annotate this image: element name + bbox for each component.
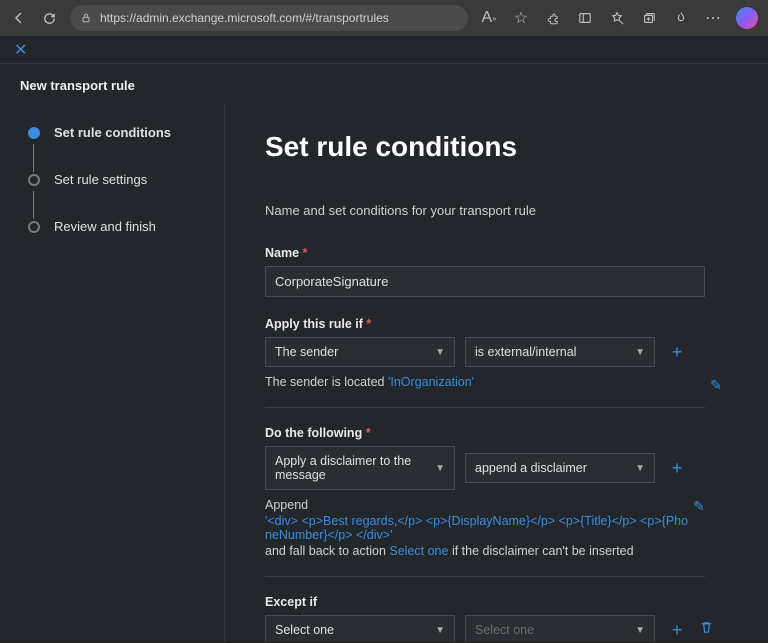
add-exception-button[interactable]: + [665, 620, 689, 641]
step-settings[interactable]: Set rule settings [28, 172, 224, 187]
panel-title: New transport rule [0, 64, 768, 103]
fallback-link[interactable]: Select one [389, 544, 448, 558]
divider [265, 407, 705, 408]
back-button[interactable] [10, 9, 28, 27]
performance-icon[interactable] [672, 9, 690, 27]
applyif-summary: The sender is located 'InOrganization' ✎ [265, 375, 722, 389]
step-label: Set rule settings [54, 172, 147, 187]
favorites-icon[interactable] [608, 9, 626, 27]
chevron-down-icon: ▼ [435, 347, 445, 358]
browser-toolbar: https://admin.exchange.microsoft.com/#/t… [0, 0, 768, 36]
chevron-down-icon: ▼ [435, 463, 445, 474]
step-circle [28, 174, 40, 186]
address-bar[interactable]: https://admin.exchange.microsoft.com/#/t… [70, 5, 468, 31]
toolbar-icons: A» ☆ ⋯ [480, 7, 758, 29]
chevron-down-icon: ▼ [635, 463, 645, 474]
applyif-label: Apply this rule if * [265, 317, 722, 331]
disclaimer-text-link[interactable]: '<div> <p>Best regards,</p> <p>{DisplayN… [265, 514, 705, 542]
main-panel: Set rule conditions Name and set conditi… [225, 103, 768, 642]
panel-topbar: ✕ [0, 36, 768, 64]
edit-icon[interactable]: ✎ [710, 377, 722, 394]
page-subtitle: Name and set conditions for your transpo… [265, 203, 722, 218]
applyif-select-predicate[interactable]: is external/internal▼ [465, 337, 655, 367]
more-icon[interactable]: ⋯ [704, 9, 722, 27]
add-condition-button[interactable]: + [665, 342, 689, 363]
sidebar-icon[interactable] [576, 9, 594, 27]
rule-name-input[interactable] [265, 266, 705, 297]
read-aloud-icon[interactable]: A» [480, 9, 498, 27]
exceptif-subselect[interactable]: Select one▼ [465, 615, 655, 642]
step-circle-active [28, 127, 40, 139]
step-conditions[interactable]: Set rule conditions [28, 125, 224, 140]
extensions-icon[interactable] [544, 9, 562, 27]
chevron-down-icon: ▼ [435, 625, 445, 636]
steps-sidebar: Set rule conditions Set rule settings Re… [0, 103, 225, 642]
action-select[interactable]: Apply a disclaimer to the message▼ [265, 446, 455, 490]
step-label: Review and finish [54, 219, 156, 234]
append-label: Append [265, 498, 705, 512]
fallback-text: and fall back to action Select one if th… [265, 544, 705, 558]
page: ✕ New transport rule Set rule conditions… [0, 36, 768, 642]
dofollowing-label: Do the following * [265, 426, 722, 440]
close-icon[interactable]: ✕ [14, 40, 27, 60]
chevron-down-icon: ▼ [635, 347, 645, 358]
chevron-down-icon: ▼ [635, 625, 645, 636]
refresh-button[interactable] [40, 9, 58, 27]
content: Set rule conditions Set rule settings Re… [0, 103, 768, 642]
step-circle [28, 221, 40, 233]
step-connector [33, 191, 34, 219]
collections-icon[interactable] [640, 9, 658, 27]
copilot-icon[interactable] [736, 7, 758, 29]
add-action-button[interactable]: + [665, 458, 689, 479]
star-icon[interactable]: ☆ [512, 9, 530, 27]
name-label: Name * [265, 246, 722, 260]
applyif-value-link[interactable]: 'InOrganization' [388, 375, 474, 389]
dofollowing-row: Apply a disclaimer to the message▼ appen… [265, 446, 722, 490]
lock-icon [80, 12, 92, 24]
delete-exception-button[interactable] [699, 620, 714, 640]
exceptif-row: Select one▼ Select one▼ + [265, 615, 722, 642]
step-label: Set rule conditions [54, 125, 171, 140]
step-review[interactable]: Review and finish [28, 219, 224, 234]
exceptif-label: Except if [265, 595, 722, 609]
url-text: https://admin.exchange.microsoft.com/#/t… [100, 11, 389, 25]
exceptif-select[interactable]: Select one▼ [265, 615, 455, 642]
applyif-row: The sender▼ is external/internal▼ + [265, 337, 722, 367]
step-connector [33, 144, 34, 172]
divider [265, 576, 705, 577]
page-heading: Set rule conditions [265, 131, 722, 163]
action-subselect[interactable]: append a disclaimer▼ [465, 453, 655, 483]
applyif-select-subject[interactable]: The sender▼ [265, 337, 455, 367]
